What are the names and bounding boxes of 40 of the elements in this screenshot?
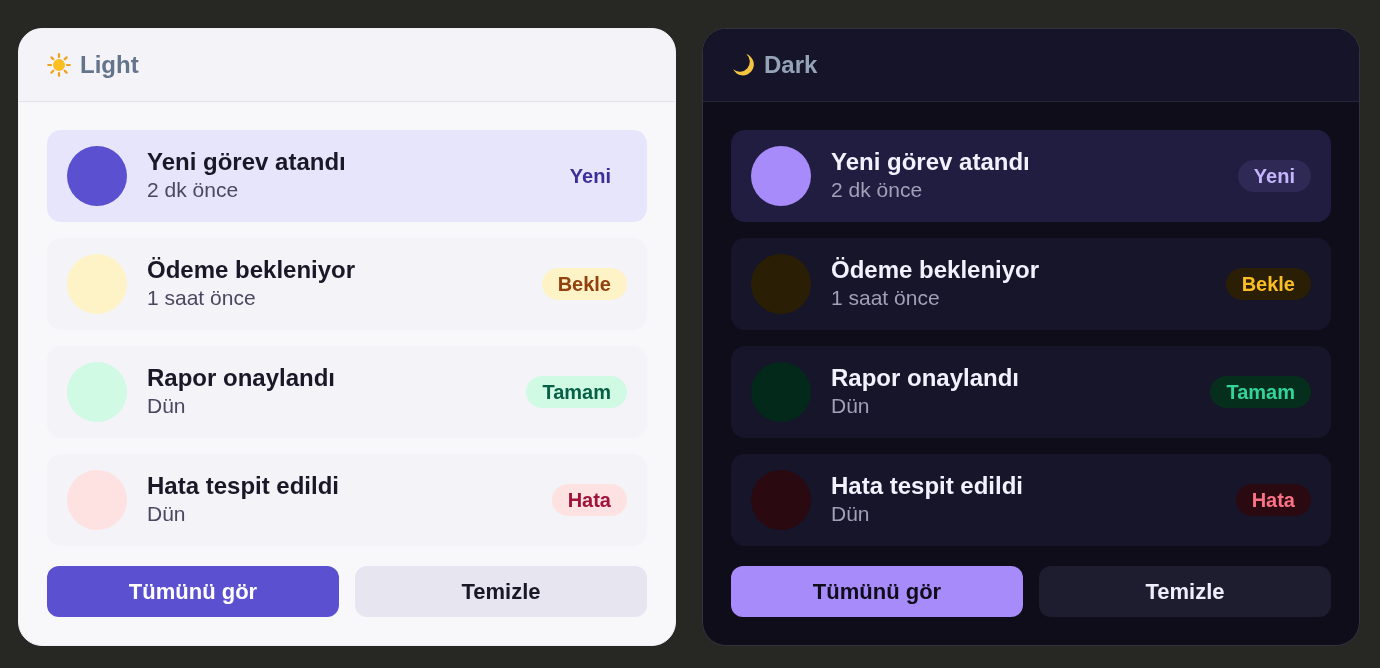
status-badge: Bekle — [541, 268, 627, 300]
notification-time: 2 dk önce — [831, 177, 923, 203]
notification-row[interactable]: Ödeme bekleniyor 1 saat önce Bekle — [47, 238, 647, 330]
card-title: Dark — [764, 51, 818, 79]
notification-time: Dün — [831, 393, 870, 419]
notification-time: Dün — [831, 501, 870, 527]
notification-row[interactable]: Rapor onaylandı Dün Tamam — [47, 346, 647, 438]
notification-row[interactable]: Yeni görev atandı 2 dk önce Yeni — [47, 130, 647, 222]
notification-title: Ödeme bekleniyor — [147, 256, 356, 284]
status-label: Yeni — [569, 164, 611, 189]
notification-row[interactable]: Yeni görev atandı 2 dk önce Yeni — [731, 130, 1331, 222]
status-badge: Tamam — [1210, 376, 1311, 408]
notification-title: Hata tespit edildi — [831, 472, 1024, 500]
crescent-moon-icon — [731, 53, 755, 77]
notification-title: Rapor onaylandı — [147, 364, 336, 392]
clear-button[interactable]: Temizle — [1039, 566, 1331, 617]
view-all-button[interactable]: Tümünü gör — [47, 566, 339, 617]
notification-time: Dün — [147, 501, 186, 527]
status-badge: Bekle — [1225, 268, 1311, 300]
notification-row[interactable]: Rapor onaylandı Dün Tamam — [731, 346, 1331, 438]
notification-time: 1 saat önce — [831, 285, 940, 311]
notification-row[interactable]: Hata tespit edildi Dün Hata — [731, 454, 1331, 546]
notification-title: Yeni görev atandı — [147, 148, 346, 176]
notification-title: Yeni görev atandı — [831, 148, 1030, 176]
notification-title: Hata tespit edildi — [147, 472, 340, 500]
notification-time: Dün — [147, 393, 186, 419]
notification-time: 1 saat önce — [147, 285, 256, 311]
sun-icon — [47, 53, 71, 77]
status-badge: Yeni — [1237, 160, 1311, 192]
status-badge: Tamam — [526, 376, 627, 408]
notification-row[interactable]: Hata tespit edildi Dün Hata — [47, 454, 647, 546]
clear-button[interactable]: Temizle — [355, 566, 647, 617]
view-all-button[interactable]: Tümünü gör — [731, 566, 1023, 617]
card-title: Light — [80, 51, 139, 79]
notification-title: Ödeme bekleniyor — [831, 256, 1040, 284]
notification-time: 2 dk önce — [147, 177, 239, 203]
status-badge: Hata — [1235, 484, 1311, 516]
notification-row[interactable]: Ödeme bekleniyor 1 saat önce Bekle — [731, 238, 1331, 330]
status-badge: Hata — [551, 484, 627, 516]
notification-title: Rapor onaylandı — [831, 364, 1020, 392]
